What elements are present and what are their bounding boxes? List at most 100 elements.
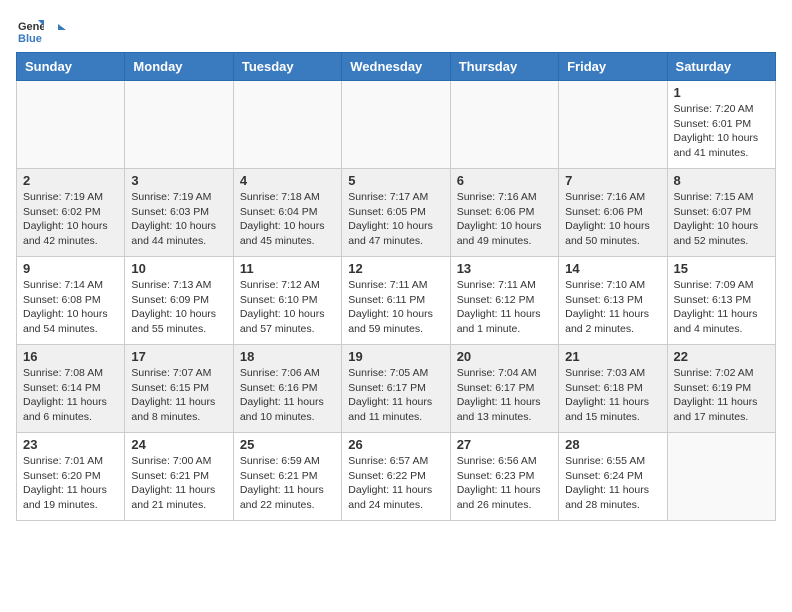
day-number: 15 (674, 261, 769, 276)
day-number: 13 (457, 261, 552, 276)
calendar-cell: 1Sunrise: 7:20 AM Sunset: 6:01 PM Daylig… (667, 81, 775, 169)
day-info: Sunrise: 7:17 AM Sunset: 6:05 PM Dayligh… (348, 190, 443, 249)
logo-flag-icon (50, 22, 66, 38)
calendar-cell: 3 Sunrise: 7:19 AM Sunset: 6:03 PM Daylig… (125, 169, 233, 257)
calendar-cell: 15 Sunrise: 7:09 AM Sunset: 6:13 PM Dayli… (667, 257, 775, 345)
calendar-cell: 10 Sunrise: 7:13 AM Sunset: 6:09 PM Dayli… (125, 257, 233, 345)
day-info: Sunrise: 7:04 AM Sunset: 6:17 PM Dayligh… (457, 366, 552, 425)
day-number: 12 (348, 261, 443, 276)
calendar-cell: 18Sunrise: 7:06 AM Sunset: 6:16 PM Dayli… (233, 345, 341, 433)
calendar-cell: 24 Sunrise: 7:00 AM Sunset: 6:21 PM Dayli… (125, 433, 233, 521)
day-info: Sunrise: 7:16 AM Sunset: 6:06 PM Dayligh… (457, 190, 552, 249)
day-number: 26 (348, 437, 443, 452)
day-info: Sunrise: 7:16 AM Sunset: 6:06 PM Dayligh… (565, 190, 660, 249)
day-number: 23 (23, 437, 118, 452)
calendar-week-row: 23Sunrise: 7:01 AM Sunset: 6:20 PM Dayli… (17, 433, 776, 521)
day-info: Sunrise: 7:06 AM Sunset: 6:16 PM Dayligh… (240, 366, 335, 425)
day-number: 19 (348, 349, 443, 364)
day-number: 20 (457, 349, 552, 364)
day-info: Sunrise: 7:02 AM Sunset: 6:19 PM Dayligh… (674, 366, 769, 425)
day-info: Sunrise: 6:57 AM Sunset: 6:22 PM Dayligh… (348, 454, 443, 513)
day-number: 25 (240, 437, 335, 452)
calendar-cell: 11 Sunrise: 7:12 AM Sunset: 6:10 PM Dayli… (233, 257, 341, 345)
day-number: 7 (565, 173, 660, 188)
day-number: 2 (23, 173, 118, 188)
calendar-cell: 20 Sunrise: 7:04 AM Sunset: 6:17 PM Dayli… (450, 345, 558, 433)
calendar-cell (667, 433, 775, 521)
calendar-cell: 7 Sunrise: 7:16 AM Sunset: 6:06 PM Daylig… (559, 169, 667, 257)
calendar-cell: 21 Sunrise: 7:03 AM Sunset: 6:18 PM Dayli… (559, 345, 667, 433)
day-info: Sunrise: 7:15 AM Sunset: 6:07 PM Dayligh… (674, 190, 769, 249)
day-info: Sunrise: 7:10 AM Sunset: 6:13 PM Dayligh… (565, 278, 660, 337)
calendar-cell (233, 81, 341, 169)
day-number: 22 (674, 349, 769, 364)
day-info: Sunrise: 6:56 AM Sunset: 6:23 PM Dayligh… (457, 454, 552, 513)
day-number: 3 (131, 173, 226, 188)
day-info: Sunrise: 7:13 AM Sunset: 6:09 PM Dayligh… (131, 278, 226, 337)
day-number: 21 (565, 349, 660, 364)
page-header: General Blue (16, 16, 776, 44)
calendar-cell: 9 Sunrise: 7:14 AM Sunset: 6:08 PM Daylig… (17, 257, 125, 345)
day-info: Sunrise: 7:09 AM Sunset: 6:13 PM Dayligh… (674, 278, 769, 337)
weekday-header-sunday: Sunday (17, 53, 125, 81)
day-number: 28 (565, 437, 660, 452)
day-number: 27 (457, 437, 552, 452)
day-info: Sunrise: 7:03 AM Sunset: 6:18 PM Dayligh… (565, 366, 660, 425)
calendar-cell: 8 Sunrise: 7:15 AM Sunset: 6:07 PM Daylig… (667, 169, 775, 257)
day-number: 14 (565, 261, 660, 276)
calendar-table: SundayMondayTuesdayWednesdayThursdayFrid… (16, 52, 776, 521)
weekday-header-thursday: Thursday (450, 53, 558, 81)
day-info: Sunrise: 7:08 AM Sunset: 6:14 PM Dayligh… (23, 366, 118, 425)
day-number: 5 (348, 173, 443, 188)
calendar-cell (125, 81, 233, 169)
logo: General Blue (16, 16, 66, 44)
calendar-cell: 19Sunrise: 7:05 AM Sunset: 6:17 PM Dayli… (342, 345, 450, 433)
day-info: Sunrise: 7:07 AM Sunset: 6:15 PM Dayligh… (131, 366, 226, 425)
day-info: Sunrise: 7:14 AM Sunset: 6:08 PM Dayligh… (23, 278, 118, 337)
day-number: 1 (674, 85, 769, 100)
calendar-week-row: 1Sunrise: 7:20 AM Sunset: 6:01 PM Daylig… (17, 81, 776, 169)
logo-icon: General Blue (16, 16, 44, 44)
calendar-week-row: 9 Sunrise: 7:14 AM Sunset: 6:08 PM Daylig… (17, 257, 776, 345)
calendar-cell: 5 Sunrise: 7:17 AM Sunset: 6:05 PM Daylig… (342, 169, 450, 257)
day-info: Sunrise: 7:19 AM Sunset: 6:02 PM Dayligh… (23, 190, 118, 249)
weekday-header-wednesday: Wednesday (342, 53, 450, 81)
day-info: Sunrise: 7:19 AM Sunset: 6:03 PM Dayligh… (131, 190, 226, 249)
svg-text:Blue: Blue (18, 33, 42, 44)
day-info: Sunrise: 7:12 AM Sunset: 6:10 PM Dayligh… (240, 278, 335, 337)
svg-text:General: General (18, 21, 44, 33)
day-number: 10 (131, 261, 226, 276)
calendar-cell: 13 Sunrise: 7:11 AM Sunset: 6:12 PM Dayli… (450, 257, 558, 345)
day-number: 11 (240, 261, 335, 276)
day-number: 9 (23, 261, 118, 276)
day-number: 17 (131, 349, 226, 364)
calendar-cell: 25 Sunrise: 6:59 AM Sunset: 6:21 PM Dayli… (233, 433, 341, 521)
calendar-cell (17, 81, 125, 169)
weekday-header-saturday: Saturday (667, 53, 775, 81)
day-number: 4 (240, 173, 335, 188)
day-number: 8 (674, 173, 769, 188)
calendar-cell: 14 Sunrise: 7:10 AM Sunset: 6:13 PM Dayli… (559, 257, 667, 345)
day-info: Sunrise: 7:00 AM Sunset: 6:21 PM Dayligh… (131, 454, 226, 513)
weekday-header-monday: Monday (125, 53, 233, 81)
calendar-cell: 27 Sunrise: 6:56 AM Sunset: 6:23 PM Dayli… (450, 433, 558, 521)
calendar-cell: 2 Sunrise: 7:19 AM Sunset: 6:02 PM Daylig… (17, 169, 125, 257)
day-info: Sunrise: 6:59 AM Sunset: 6:21 PM Dayligh… (240, 454, 335, 513)
day-info: Sunrise: 7:11 AM Sunset: 6:12 PM Dayligh… (457, 278, 552, 337)
calendar-week-row: 16 Sunrise: 7:08 AM Sunset: 6:14 PM Dayli… (17, 345, 776, 433)
calendar-cell (342, 81, 450, 169)
calendar-header-row: SundayMondayTuesdayWednesdayThursdayFrid… (17, 53, 776, 81)
day-info: Sunrise: 6:55 AM Sunset: 6:24 PM Dayligh… (565, 454, 660, 513)
day-number: 24 (131, 437, 226, 452)
calendar-cell: 22 Sunrise: 7:02 AM Sunset: 6:19 PM Dayli… (667, 345, 775, 433)
calendar-cell (559, 81, 667, 169)
calendar-cell: 4 Sunrise: 7:18 AM Sunset: 6:04 PM Daylig… (233, 169, 341, 257)
calendar-cell: 28 Sunrise: 6:55 AM Sunset: 6:24 PM Dayli… (559, 433, 667, 521)
calendar-week-row: 2 Sunrise: 7:19 AM Sunset: 6:02 PM Daylig… (17, 169, 776, 257)
day-info: Sunrise: 7:18 AM Sunset: 6:04 PM Dayligh… (240, 190, 335, 249)
day-number: 16 (23, 349, 118, 364)
weekday-header-friday: Friday (559, 53, 667, 81)
calendar-cell: 6Sunrise: 7:16 AM Sunset: 6:06 PM Daylig… (450, 169, 558, 257)
weekday-header-tuesday: Tuesday (233, 53, 341, 81)
day-info: Sunrise: 7:11 AM Sunset: 6:11 PM Dayligh… (348, 278, 443, 337)
